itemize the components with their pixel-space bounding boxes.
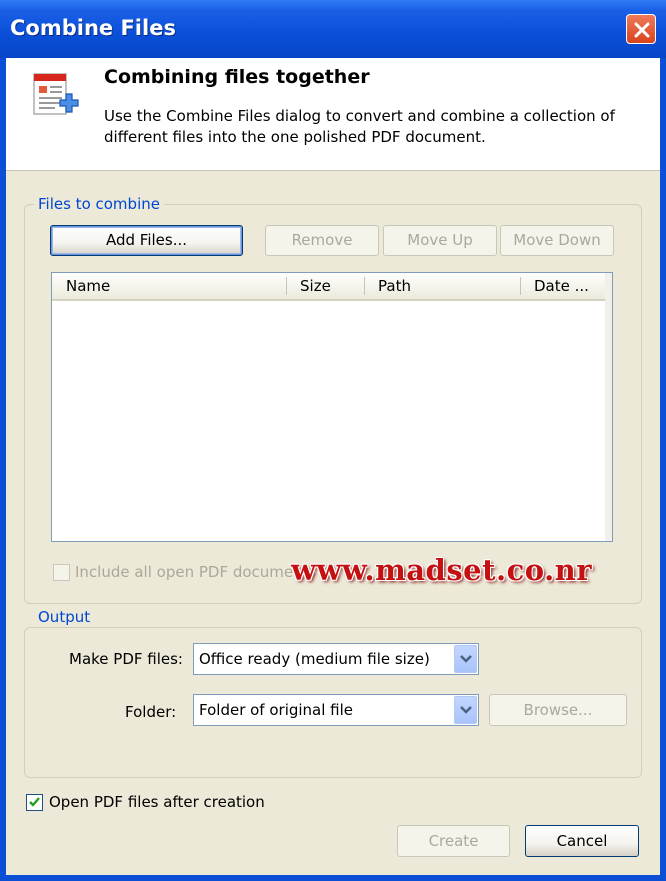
output-group-legend: Output [34,608,95,626]
folder-value: Folder of original file [199,701,354,719]
dialog-body: Combining files together Use the Combine… [6,58,660,875]
column-divider[interactable] [286,277,287,295]
combine-files-icon [30,72,80,126]
create-button[interactable]: Create [397,825,510,857]
dropdown-button[interactable] [454,645,477,673]
include-open-pdf-checkbox[interactable] [53,564,70,581]
make-pdf-dropdown[interactable]: Office ready (medium file size) [193,643,479,675]
column-header-path[interactable]: Path [366,273,520,299]
column-divider[interactable] [520,277,521,295]
files-list[interactable]: Name Size Path Date ... [51,272,613,542]
title-bar[interactable]: Combine Files [0,0,666,58]
open-after-creation-checkbox[interactable] [26,794,43,811]
cancel-button[interactable]: Cancel [525,825,639,857]
files-list-header: Name Size Path Date ... [52,273,606,301]
make-pdf-value: Office ready (medium file size) [199,650,430,668]
close-button[interactable] [626,14,656,44]
open-after-creation-label: Open PDF files after creation [49,793,265,811]
window-title: Combine Files [10,16,176,40]
chevron-down-icon [460,655,472,663]
dropdown-button[interactable] [454,696,477,724]
header-title: Combining files together [104,66,370,88]
folder-dropdown[interactable]: Folder of original file [193,694,479,726]
folder-label: Folder: [125,703,177,721]
header-description: Use the Combine Files dialog to convert … [104,107,615,146]
remove-button[interactable]: Remove [265,225,379,256]
close-icon [634,22,650,38]
files-group-legend: Files to combine [34,195,164,213]
column-header-date[interactable]: Date ... [522,273,606,299]
add-files-button[interactable]: Add Files... [50,225,243,256]
column-header-name[interactable]: Name [54,273,286,299]
dialog-window: Combine Files Combining files together U… [0,0,666,881]
chevron-down-icon [460,706,472,714]
dialog-header: Combining files together Use the Combine… [6,58,660,171]
checkmark-icon [29,797,40,807]
include-open-pdf-label: Include all open PDF documents [75,563,317,581]
make-pdf-label: Make PDF files: [69,650,183,668]
column-header-size[interactable]: Size [288,273,364,299]
move-up-button[interactable]: Move Up [383,225,497,256]
column-divider[interactable] [364,277,365,295]
move-down-button[interactable]: Move Down [500,225,614,256]
list-scrollbar[interactable] [605,273,612,541]
watermark-text: www.madset.co.nr [291,553,593,587]
browse-button[interactable]: Browse... [489,694,627,726]
